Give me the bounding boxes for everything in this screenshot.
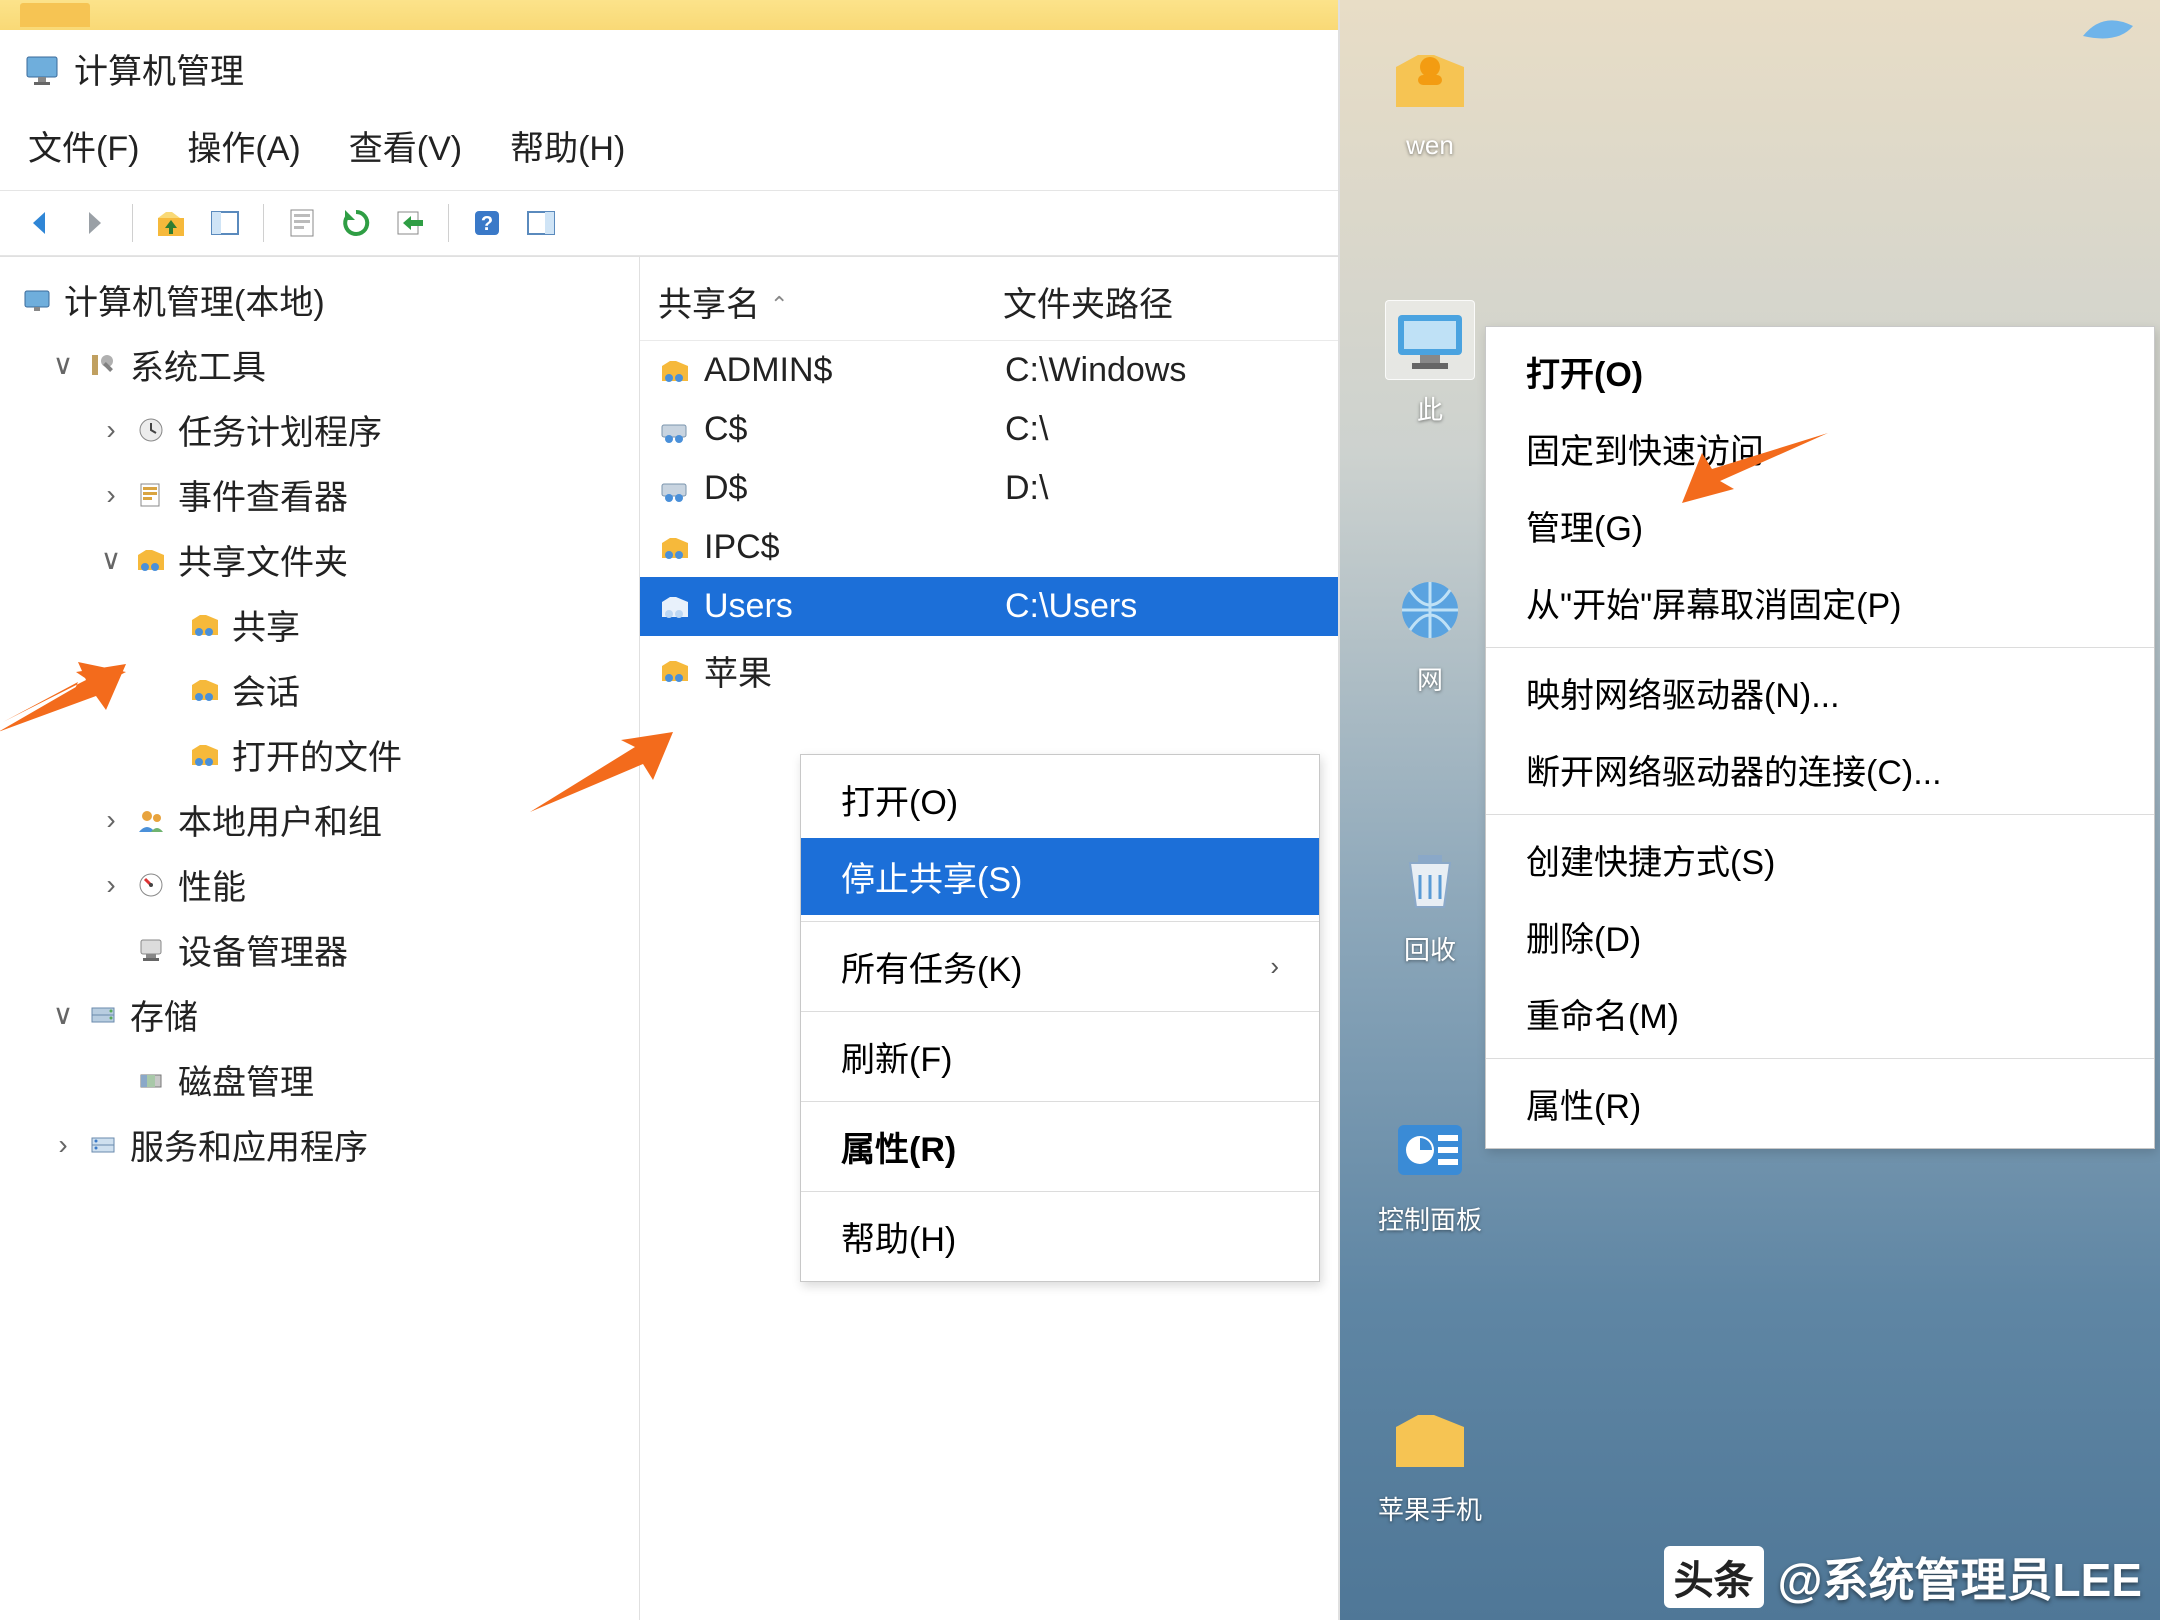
tree-sessions[interactable]: · 会话	[148, 657, 631, 722]
forward-button[interactable]	[72, 201, 116, 245]
corner-watermark-icon	[2066, 6, 2150, 78]
export-list-button[interactable]	[388, 201, 432, 245]
column-share-name[interactable]: 共享名	[658, 286, 760, 324]
show-actions-pane-button[interactable]	[519, 201, 563, 245]
menu-view[interactable]: 查看(V)	[349, 121, 462, 170]
ctx-desktop-open[interactable]: 打开(O)	[1486, 333, 2154, 410]
desktop-icon-recycle[interactable]: 回收	[1360, 840, 1500, 967]
list-row-c[interactable]: C$ C:\	[640, 400, 1338, 459]
list-row-d[interactable]: D$ D:\	[640, 459, 1338, 518]
sort-indicator-icon: ⌃	[770, 292, 788, 317]
show-hide-tree-button[interactable]	[203, 201, 247, 245]
properties-button[interactable]	[280, 201, 324, 245]
folder-tab-icon	[20, 3, 90, 27]
list-row-ipc[interactable]: IPC$	[640, 518, 1338, 577]
ctx-share-all-tasks[interactable]: 所有任务(K)›	[801, 928, 1319, 1005]
ctx-share-open[interactable]: 打开(O)	[801, 761, 1319, 838]
list-row-admin[interactable]: ADMIN$ C:\Windows	[640, 341, 1338, 400]
window-titlebar-strip	[0, 0, 1338, 30]
ctx-share-help[interactable]: 帮助(H)	[801, 1198, 1319, 1275]
ctx-share-properties[interactable]: 属性(R)	[801, 1108, 1319, 1185]
list-header[interactable]: 共享名 ⌃ 文件夹路径	[640, 267, 1338, 341]
annotation-arrow-icon	[1680, 425, 1830, 515]
ctx-desktop-unpin-start[interactable]: 从"开始"屏幕取消固定(P)	[1486, 564, 2154, 641]
ctx-desktop-disconnect-drive[interactable]: 断开网络驱动器的连接(C)...	[1486, 731, 2154, 808]
tree-services-apps[interactable]: › 服务和应用程序	[46, 1112, 631, 1177]
navigation-tree[interactable]: 计算机管理(本地) ∨ 系统工具 › 任务计划程序 › 事件查看器	[0, 257, 640, 1620]
chevron-right-icon: ›	[1270, 951, 1279, 982]
tree-root[interactable]: 计算机管理(本地)	[16, 267, 631, 332]
watermark: 头条 @系统管理员LEE	[1664, 1544, 2142, 1610]
up-folder-button[interactable]	[149, 201, 193, 245]
desktop-icon-apple-phone[interactable]: 苹果手机	[1360, 1400, 1500, 1527]
tree-device-manager[interactable]: · 设备管理器	[94, 917, 631, 982]
tree-shares[interactable]: · 共享	[148, 592, 631, 657]
list-row-users[interactable]: Users C:\Users	[640, 577, 1338, 636]
list-row-apple[interactable]: 苹果	[640, 636, 1338, 705]
back-button[interactable]	[18, 201, 62, 245]
window-title: 计算机管理	[74, 44, 244, 93]
tree-event-viewer[interactable]: › 事件查看器	[94, 462, 631, 527]
computer-management-icon	[24, 51, 60, 87]
desktop-icon-network[interactable]: 网	[1360, 570, 1500, 697]
desktop-icon-wen[interactable]: wen	[1360, 40, 1500, 161]
tree-disk-management[interactable]: · 磁盘管理	[94, 1047, 631, 1112]
tree-performance[interactable]: › 性能	[94, 852, 631, 917]
tree-task-scheduler[interactable]: › 任务计划程序	[94, 397, 631, 462]
column-folder-path[interactable]: 文件夹路径	[1003, 286, 1173, 324]
tree-shared-folders[interactable]: ∨ 共享文件夹	[94, 527, 631, 592]
tree-storage[interactable]: ∨ 存储	[46, 982, 631, 1047]
menu-file[interactable]: 文件(F)	[28, 121, 139, 170]
menu-help[interactable]: 帮助(H)	[510, 121, 625, 170]
menu-action[interactable]: 操作(A)	[187, 121, 300, 170]
annotation-arrow-icon	[525, 722, 675, 822]
refresh-button[interactable]	[334, 201, 378, 245]
context-menu-share: 打开(O) 停止共享(S) 所有任务(K)› 刷新(F) 属性(R) 帮助(H)	[800, 754, 1320, 1282]
tree-system-tools[interactable]: ∨ 系统工具	[46, 332, 631, 397]
ctx-desktop-map-drive[interactable]: 映射网络驱动器(N)...	[1486, 654, 2154, 731]
toolbar: ?	[0, 191, 1338, 256]
menubar: 文件(F) 操作(A) 查看(V) 帮助(H)	[0, 99, 1338, 191]
ctx-share-refresh[interactable]: 刷新(F)	[801, 1018, 1319, 1095]
ctx-desktop-properties[interactable]: 属性(R)	[1486, 1065, 2154, 1142]
ctx-desktop-create-shortcut[interactable]: 创建快捷方式(S)	[1486, 821, 2154, 898]
ctx-share-stop[interactable]: 停止共享(S)	[801, 838, 1319, 915]
svg-text:?: ?	[481, 213, 493, 235]
help-button[interactable]: ?	[465, 201, 509, 245]
desktop-icon-this-pc[interactable]: 此	[1360, 300, 1500, 427]
ctx-desktop-delete[interactable]: 删除(D)	[1486, 898, 2154, 975]
annotation-arrow-icon	[0, 652, 128, 742]
window-title-row: 计算机管理	[0, 30, 1338, 99]
ctx-desktop-rename[interactable]: 重命名(M)	[1486, 975, 2154, 1052]
desktop-icon-control-panel[interactable]: 控制面板	[1360, 1110, 1500, 1237]
